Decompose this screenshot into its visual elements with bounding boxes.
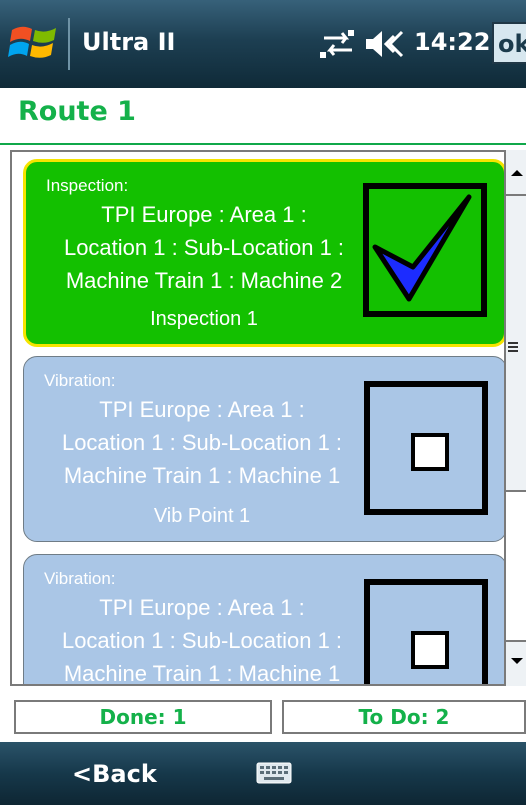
scroll-thumb[interactable] xyxy=(506,196,526,492)
grip-icon xyxy=(508,342,518,354)
done-count: Done: 1 xyxy=(14,700,272,734)
connectivity-icon[interactable] xyxy=(318,26,358,62)
task-list[interactable]: Inspection: TPI Europe : Area 1 : Locati… xyxy=(10,150,526,686)
list-scrollbar[interactable] xyxy=(504,150,526,686)
page-title: Route 1 xyxy=(18,96,136,127)
task-checkbox[interactable] xyxy=(364,381,488,515)
task-card-2[interactable]: Vibration: TPI Europe : Area 1 : Locatio… xyxy=(23,356,507,542)
checkbox-empty-icon xyxy=(411,631,449,669)
task-path-line: Location 1 : Sub-Location 1 : xyxy=(63,235,345,260)
ok-button[interactable]: ok xyxy=(492,22,526,64)
task-path: TPI Europe : Area 1 : Location 1 : Sub-L… xyxy=(34,198,374,297)
task-checkbox[interactable] xyxy=(363,183,487,317)
task-path-line: TPI Europe : Area 1 : xyxy=(99,397,305,422)
title-bar: Ultra II 14:22 ok xyxy=(0,0,526,88)
task-type-label: Vibration: xyxy=(44,569,116,588)
task-card-1[interactable]: Inspection: TPI Europe : Area 1 : Locati… xyxy=(23,159,507,347)
task-path-line: Machine Train 1 : Machine 1 xyxy=(63,661,341,686)
back-button[interactable]: <Back xyxy=(72,760,157,788)
task-path: TPI Europe : Area 1 : Location 1 : Sub-L… xyxy=(32,393,372,492)
todo-count: To Do: 2 xyxy=(282,700,526,734)
task-path: TPI Europe : Area 1 : Location 1 : Sub-L… xyxy=(32,591,372,686)
title-divider xyxy=(0,143,526,145)
task-path-line: TPI Europe : Area 1 : xyxy=(99,595,305,620)
windows-start-icon[interactable] xyxy=(8,20,60,66)
arrow-up-icon xyxy=(511,170,523,176)
app-title: Ultra II xyxy=(82,28,176,56)
title-separator xyxy=(68,18,70,70)
task-type-label: Vibration: xyxy=(44,371,116,390)
clock[interactable]: 14:22 xyxy=(414,28,490,56)
task-path-line: Location 1 : Sub-Location 1 : xyxy=(61,430,343,455)
task-path-line: Machine Train 1 : Machine 2 xyxy=(65,268,343,293)
checkbox-empty-icon xyxy=(411,433,449,471)
task-path-line: TPI Europe : Area 1 : xyxy=(101,202,307,227)
scroll-down-button[interactable] xyxy=(506,640,526,686)
task-type-label: Inspection: xyxy=(46,176,129,195)
arrow-down-icon xyxy=(511,658,523,664)
task-path-line: Location 1 : Sub-Location 1 : xyxy=(61,628,343,653)
task-point-name: Vib Point 1 xyxy=(153,505,251,527)
task-point-name: Inspection 1 xyxy=(150,308,258,330)
status-area: Done: 1 To Do: 2 xyxy=(0,686,526,742)
keyboard-icon[interactable] xyxy=(256,762,292,784)
task-path-line: Machine Train 1 : Machine 1 xyxy=(63,463,341,488)
task-card-3[interactable]: Vibration: TPI Europe : Area 1 : Locatio… xyxy=(23,554,507,686)
task-checkbox[interactable] xyxy=(364,579,488,684)
scroll-up-button[interactable] xyxy=(506,150,526,196)
softkey-bar: <Back xyxy=(0,742,526,805)
volume-icon[interactable] xyxy=(364,28,406,60)
checkmark-icon xyxy=(372,194,472,302)
